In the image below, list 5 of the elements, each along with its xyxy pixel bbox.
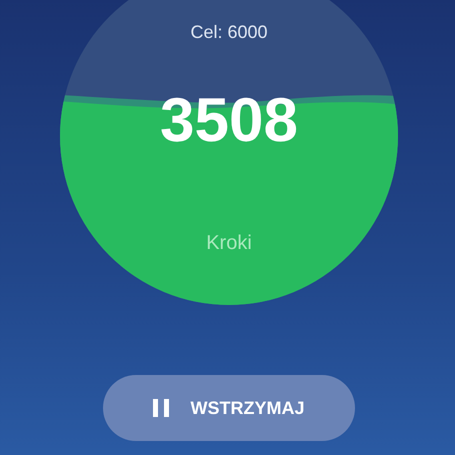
pause-icon — [152, 399, 168, 417]
pause-button[interactable]: WSTRZYMAJ — [102, 375, 354, 441]
goal-text: Cel: 6000 — [190, 23, 268, 41]
step-count: 3508 — [160, 90, 298, 152]
unit-label: Kroki — [206, 233, 252, 253]
